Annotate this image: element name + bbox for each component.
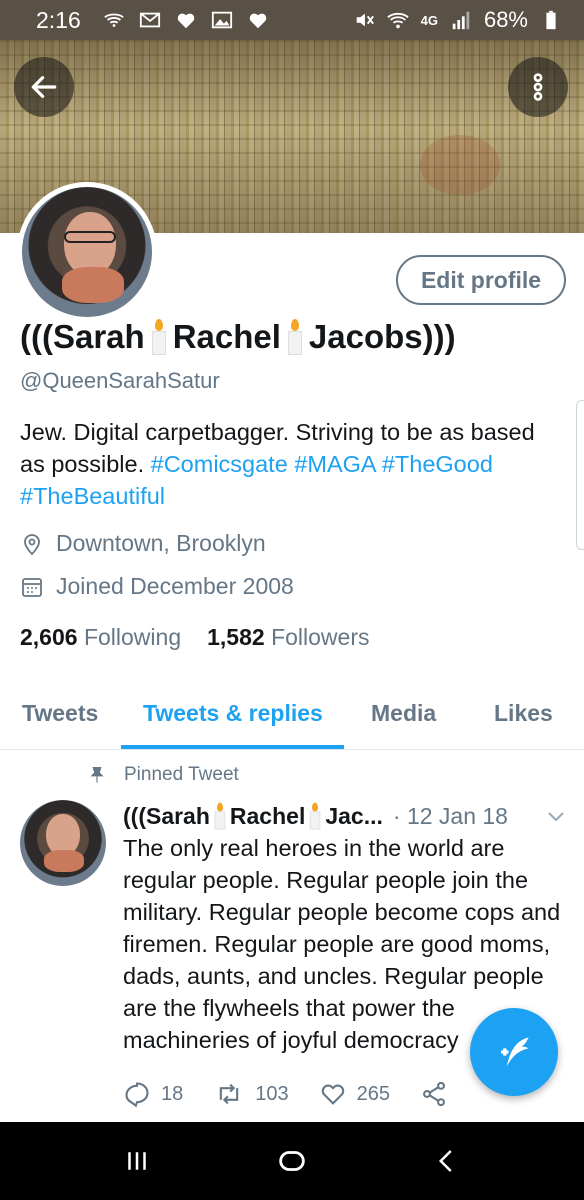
like-count: 265 <box>356 1082 390 1105</box>
battery-icon <box>546 10 556 30</box>
avatar-hand <box>44 850 84 872</box>
edit-profile-button[interactable]: Edit profile <box>396 255 566 305</box>
pinned-label: Pinned Tweet <box>124 764 239 785</box>
candle-emoji-icon <box>151 319 167 355</box>
hashtag-link[interactable]: #Comicsgate <box>151 451 288 477</box>
heart-icon <box>249 13 267 29</box>
more-vertical-icon <box>533 73 543 101</box>
network-label: 4G <box>420 12 438 28</box>
profile-avatar[interactable] <box>17 182 157 322</box>
wifi-icon <box>386 12 409 29</box>
active-tab-indicator <box>121 745 344 749</box>
heart-icon <box>177 13 195 29</box>
following-count: 2,606 <box>20 624 78 650</box>
pinned-indicator: Pinned Tweet <box>88 764 239 786</box>
tab-media[interactable]: Media <box>371 700 436 727</box>
signal-icon <box>452 11 470 30</box>
name-part: Rachel <box>229 802 306 829</box>
status-time: 2:16 <box>36 6 81 33</box>
profile-tabs: Tweets Tweets & replies Media Likes <box>0 690 584 750</box>
retweet-button[interactable]: 103 <box>213 1080 289 1108</box>
location-pin-icon <box>24 533 40 555</box>
share-button[interactable] <box>420 1080 448 1108</box>
retweet-count: 103 <box>255 1082 289 1105</box>
profile-location: Downtown, Brooklyn <box>20 530 266 557</box>
tweet-header: (((Sarah Rachel Jac... · 12 Jan 18 <box>123 798 568 834</box>
name-part: Jac... <box>325 802 383 829</box>
mute-icon <box>356 13 374 27</box>
tab-likes[interactable]: Likes <box>494 700 553 727</box>
home-icon[interactable] <box>275 1144 309 1178</box>
followers-link[interactable]: 1,582 Followers <box>207 624 369 651</box>
retweet-icon <box>220 1083 239 1105</box>
status-bar: 2:16 4G 68% <box>0 0 584 40</box>
followers-count: 1,582 <box>207 624 265 650</box>
chevron-down-icon[interactable] <box>544 804 568 828</box>
reply-icon <box>125 1082 149 1108</box>
battery-percent: 68% <box>483 7 528 32</box>
followers-label: Followers <box>271 624 370 650</box>
profile-bio: Jew. Digital carpetbagger. Striving to b… <box>20 416 560 512</box>
tweet-author-name[interactable]: (((Sarah Rachel Jac... <box>123 798 383 834</box>
banner-stain <box>420 135 500 195</box>
compose-quill-icon <box>501 1037 529 1067</box>
profile-name: (((Sarah Rachel Jacobs))) <box>20 318 456 356</box>
hashtag-link[interactable]: #TheBeautiful <box>20 483 165 509</box>
avatar-hand <box>62 267 124 303</box>
name-part: Jacobs))) <box>308 318 456 355</box>
avatar-glasses <box>64 231 116 243</box>
tab-tweets[interactable]: Tweets <box>22 700 98 727</box>
more-options-button[interactable] <box>508 57 568 117</box>
wifi-call-icon <box>104 13 124 27</box>
notification-icons <box>103 9 269 31</box>
tab-tweets-and-replies[interactable]: Tweets & replies <box>143 700 323 727</box>
image-icon <box>211 11 232 29</box>
joined-text: Joined December 2008 <box>56 573 294 599</box>
candle-emoji-icon <box>309 802 321 830</box>
compose-tweet-button[interactable] <box>470 1008 558 1096</box>
reply-button[interactable]: 18 <box>123 1080 183 1108</box>
calendar-icon <box>22 577 42 597</box>
location-text: Downtown, Brooklyn <box>56 530 266 556</box>
like-button[interactable]: 265 <box>319 1080 390 1108</box>
back-button[interactable] <box>14 57 74 117</box>
share-icon <box>423 1081 445 1107</box>
gmail-icon <box>139 12 160 28</box>
following-label: Following <box>83 624 182 650</box>
profile-joined: Joined December 2008 <box>20 573 294 600</box>
tweet-avatar[interactable] <box>20 800 106 886</box>
system-icons: 4G 68% <box>353 7 562 33</box>
candle-emoji-icon <box>214 802 226 830</box>
back-icon[interactable] <box>432 1146 462 1176</box>
hashtag-link[interactable]: #MAGA <box>294 451 375 477</box>
reply-count: 18 <box>161 1082 184 1105</box>
arrow-left-icon <box>31 76 57 98</box>
following-link[interactable]: 2,606 Following <box>20 624 181 651</box>
system-nav-bar <box>0 1122 584 1200</box>
follow-stats: 2,606 Following 1,582 Followers <box>20 624 369 651</box>
name-part: (((Sarah <box>20 318 145 355</box>
heart-outline-icon <box>321 1084 344 1105</box>
profile-handle: @QueenSarahSatur <box>20 368 220 393</box>
pin-icon <box>90 766 104 783</box>
edge-panel-handle[interactable] <box>576 400 584 550</box>
name-part: Rachel <box>172 318 281 355</box>
candle-emoji-icon <box>287 319 303 355</box>
recent-apps-icon[interactable] <box>122 1146 152 1176</box>
hashtag-link[interactable]: #TheGood <box>382 451 493 477</box>
name-part: (((Sarah <box>123 802 210 829</box>
tweet-date: · 12 Jan 18 <box>392 802 508 829</box>
